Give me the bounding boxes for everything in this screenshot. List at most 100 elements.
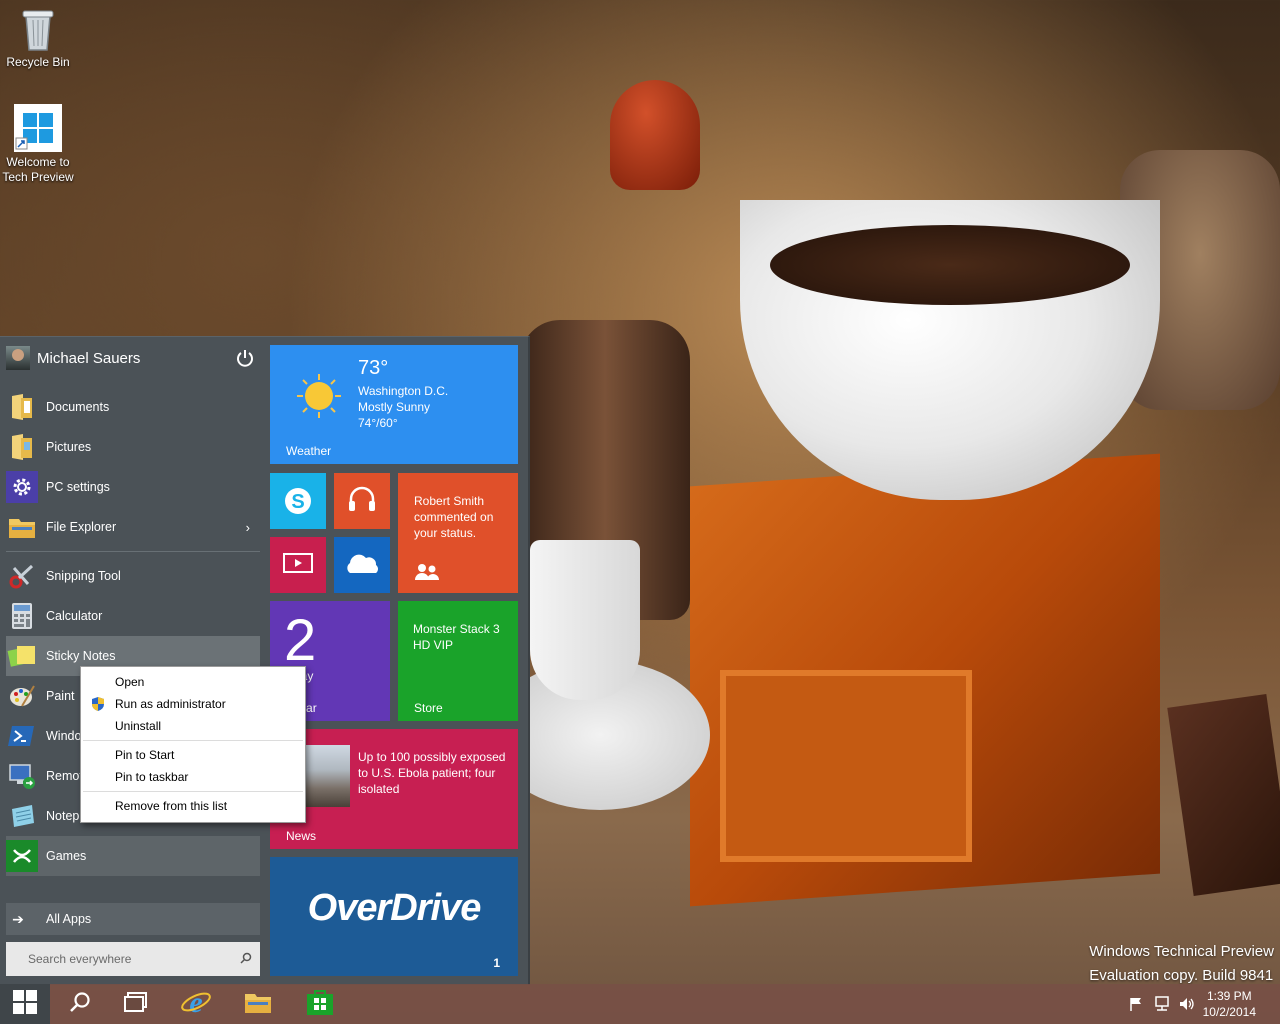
task-view-button[interactable] bbox=[108, 984, 164, 1024]
user-account-button[interactable]: Michael Sauers bbox=[6, 343, 260, 373]
video-tile[interactable] bbox=[270, 537, 326, 593]
menu-item-calculator[interactable]: Calculator bbox=[6, 596, 260, 636]
volume-icon[interactable] bbox=[1178, 996, 1196, 1015]
search-icon[interactable] bbox=[232, 952, 260, 967]
scissors-icon bbox=[6, 560, 38, 592]
store-bag-icon bbox=[305, 987, 335, 1022]
menu-divider bbox=[6, 551, 260, 552]
onedrive-tile[interactable] bbox=[334, 537, 390, 593]
all-apps-button[interactable]: ➔ All Apps bbox=[6, 903, 260, 935]
avatar bbox=[6, 346, 30, 370]
menu-item-label: Games bbox=[46, 849, 87, 863]
context-uninstall[interactable]: Uninstall bbox=[81, 715, 305, 737]
context-menu: Open Run as administrator Uninstall Pin … bbox=[80, 666, 306, 823]
news-headline: Up to 100 possibly exposed to U.S. Ebola… bbox=[358, 750, 506, 796]
context-divider bbox=[83, 740, 303, 741]
weather-label: Weather bbox=[286, 444, 332, 458]
store-tile[interactable]: Monster Stack 3 HD VIP Store bbox=[398, 601, 518, 721]
action-center-flag-icon[interactable] bbox=[1128, 996, 1144, 1015]
taskbar: e 1:39 PM 10/2/2014 bbox=[0, 984, 1280, 1024]
wallpaper-coffee-beans bbox=[770, 225, 1130, 305]
all-apps-label: All Apps bbox=[46, 912, 92, 926]
people-tile[interactable]: Robert Smith commented on your status. bbox=[398, 473, 518, 593]
context-pin-to-start[interactable]: Pin to Start bbox=[81, 744, 305, 766]
menu-item-documents[interactable]: Documents bbox=[6, 387, 260, 427]
wallpaper-chocolate bbox=[1167, 693, 1280, 897]
menu-item-label: Windo bbox=[46, 729, 82, 743]
context-remove-from-list[interactable]: Remove from this list bbox=[81, 795, 305, 817]
store-app-title-line2: HD VIP bbox=[413, 638, 454, 652]
start-menu: Michael Sauers Documents Pictures PC set… bbox=[0, 336, 530, 985]
svg-text:e: e bbox=[189, 986, 202, 1018]
arrow-right-icon: ➔ bbox=[12, 910, 24, 927]
start-button[interactable] bbox=[0, 984, 50, 1024]
build-watermark: Windows Technical Preview Evaluation cop… bbox=[1089, 940, 1274, 988]
context-uninstall-label: Uninstall bbox=[115, 719, 162, 733]
context-run-as-admin-label: Run as administrator bbox=[115, 697, 226, 711]
store-button[interactable] bbox=[292, 984, 348, 1024]
watermark-line1: Windows Technical Preview bbox=[1089, 943, 1274, 960]
news-tile[interactable]: Up to 100 possibly exposed to U.S. Ebola… bbox=[270, 729, 518, 849]
wallpaper-burlap-sack bbox=[1120, 150, 1280, 410]
search-placeholder: Search everywhere bbox=[28, 952, 132, 966]
store-app-title-line1: Monster Stack 3 bbox=[413, 622, 500, 636]
news-label: News bbox=[286, 829, 317, 843]
video-icon bbox=[282, 551, 314, 582]
weather-range: 74°/60° bbox=[358, 416, 398, 430]
skype-icon: S bbox=[282, 485, 314, 522]
context-pin-to-taskbar[interactable]: Pin to taskbar bbox=[81, 766, 305, 788]
headphones-icon bbox=[346, 483, 378, 520]
file-explorer-button[interactable] bbox=[230, 984, 286, 1024]
people-icon bbox=[414, 563, 440, 586]
taskbar-search-button[interactable] bbox=[52, 984, 108, 1024]
store-label: Store bbox=[414, 701, 443, 715]
powershell-icon bbox=[6, 720, 38, 752]
menu-item-label: Pictures bbox=[46, 440, 92, 454]
weather-tile[interactable]: 73° Washington D.C. Mostly Sunny 74°/60°… bbox=[270, 345, 518, 464]
clock-date: 10/2/2014 bbox=[1202, 1005, 1256, 1019]
calculator-icon bbox=[6, 600, 38, 632]
folder-icon bbox=[6, 511, 38, 543]
internet-explorer-button[interactable]: e bbox=[168, 984, 224, 1024]
windows-logo-icon bbox=[14, 104, 62, 152]
context-run-as-admin[interactable]: Run as administrator bbox=[81, 693, 305, 715]
people-notification: Robert Smith commented on your status. bbox=[414, 494, 494, 540]
palette-icon bbox=[6, 680, 38, 712]
desktop-icon-recycle-bin[interactable]: Recycle Bin bbox=[0, 6, 76, 70]
music-tile[interactable] bbox=[334, 473, 390, 529]
svg-text:S: S bbox=[291, 491, 304, 513]
menu-item-file-explorer[interactable]: File Explorer › bbox=[6, 507, 260, 547]
task-view-icon bbox=[123, 991, 149, 1018]
search-icon bbox=[69, 991, 91, 1018]
cloud-icon bbox=[342, 551, 382, 582]
search-input[interactable]: Search everywhere bbox=[6, 942, 260, 976]
menu-item-label: Remot bbox=[46, 769, 83, 783]
skype-tile[interactable]: S bbox=[270, 473, 326, 529]
folder-documents-icon bbox=[6, 391, 38, 423]
weather-condition: Mostly Sunny bbox=[358, 400, 431, 414]
power-icon[interactable] bbox=[236, 349, 254, 367]
menu-item-pc-settings[interactable]: PC settings bbox=[6, 467, 260, 507]
calendar-day: 2 bbox=[284, 608, 317, 673]
recycle-bin-icon bbox=[20, 6, 56, 52]
gamepad-icon bbox=[6, 840, 38, 872]
welcome-label-line1: Welcome to bbox=[6, 155, 70, 169]
notepad-icon bbox=[6, 800, 38, 832]
folder-icon bbox=[243, 989, 273, 1020]
menu-item-label: File Explorer bbox=[46, 520, 117, 534]
menu-item-pictures[interactable]: Pictures bbox=[6, 427, 260, 467]
weather-city: Washington D.C. bbox=[358, 384, 449, 398]
taskbar-clock[interactable]: 1:39 PM 10/2/2014 bbox=[1203, 988, 1256, 1020]
wallpaper-grinder-bowl bbox=[740, 200, 1160, 500]
context-open[interactable]: Open bbox=[81, 671, 305, 693]
context-pin-to-taskbar-label: Pin to taskbar bbox=[115, 770, 189, 784]
desktop-icon-welcome[interactable]: Welcome to Tech Preview bbox=[0, 104, 76, 185]
overdrive-tile[interactable]: OverDrive 1 bbox=[270, 857, 518, 976]
menu-item-games[interactable]: Games bbox=[6, 836, 260, 876]
menu-item-snipping-tool[interactable]: Snipping Tool bbox=[6, 556, 260, 596]
chevron-right-icon[interactable]: › bbox=[246, 520, 250, 535]
gear-icon bbox=[6, 471, 38, 503]
menu-item-label: Snipping Tool bbox=[46, 569, 121, 583]
overdrive-badge: 1 bbox=[493, 956, 500, 970]
network-icon[interactable] bbox=[1153, 996, 1171, 1015]
